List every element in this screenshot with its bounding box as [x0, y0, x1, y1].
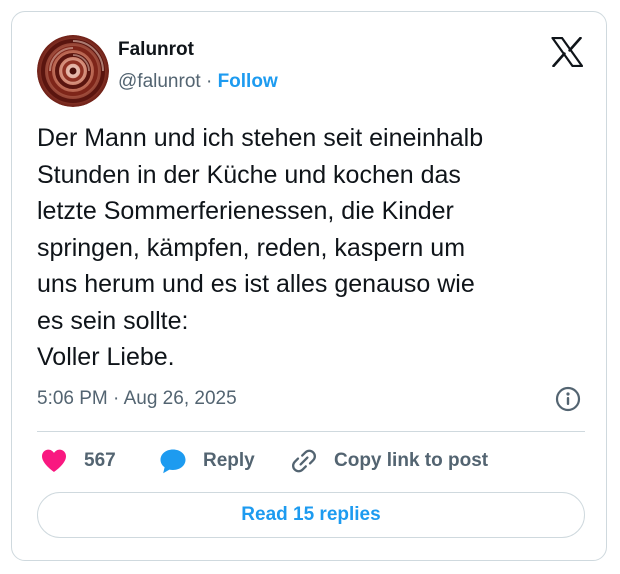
x-logo-icon[interactable]: [551, 36, 584, 68]
like-button[interactable]: 567: [39, 446, 116, 476]
tweet-timestamp[interactable]: 5:06 PM · Aug 26, 2025: [37, 388, 237, 410]
speech-bubble-icon: [158, 446, 188, 476]
tweet-card: Falunrot @falunrot · Follow Der Mann und…: [11, 11, 607, 561]
author-handle[interactable]: @falunrot: [118, 71, 201, 92]
link-icon: [289, 446, 319, 476]
avatar[interactable]: [37, 35, 109, 107]
spiral-avatar-icon: [37, 35, 109, 107]
read-replies-button[interactable]: Read 15 replies: [37, 492, 585, 538]
heart-icon: [39, 446, 69, 476]
copy-link-button[interactable]: Copy link to post: [289, 446, 488, 476]
handle-separator: ·: [205, 71, 213, 92]
author-name[interactable]: Falunrot: [118, 39, 194, 61]
reply-button[interactable]: Reply: [158, 446, 255, 476]
handle-row: @falunrot · Follow: [118, 71, 278, 93]
follow-button[interactable]: Follow: [218, 71, 278, 92]
info-icon[interactable]: [555, 386, 581, 412]
tweet-text: Der Mann und ich stehen seit eineinhalb …: [37, 124, 484, 371]
copy-link-label: Copy link to post: [334, 450, 489, 471]
divider: [37, 431, 585, 432]
like-count: 567: [84, 450, 116, 471]
reply-label: Reply: [203, 450, 255, 471]
